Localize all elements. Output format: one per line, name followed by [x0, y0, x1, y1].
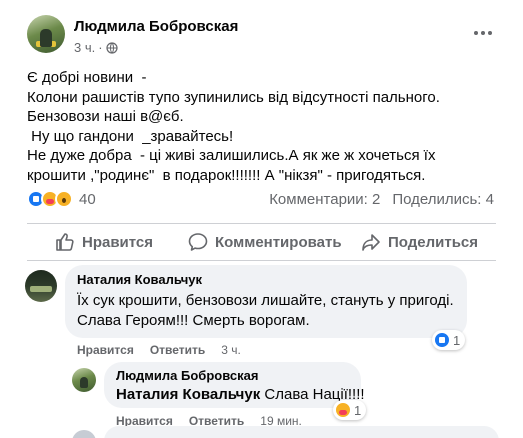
post-line: Колони рашистів тупо зупинились від відс…: [27, 88, 440, 106]
meta-separator: ·: [98, 40, 103, 55]
reaction-count: 40: [79, 190, 96, 208]
comment-reply-button[interactable]: Ответить: [150, 343, 205, 357]
reply-author[interactable]: Людмила Бобровская: [116, 368, 258, 383]
write-comment-input[interactable]: [104, 426, 499, 438]
commenter-avatar[interactable]: [25, 270, 57, 302]
comment-actions: Нравится Ответить 3 ч.: [77, 343, 241, 357]
reply-text: Наталия Ковальчук Слава Нації!!!!: [116, 385, 365, 405]
comment-button-label: Комментировать: [215, 233, 342, 251]
globe-icon: [105, 41, 118, 54]
post-line: Бензовози наші в@єб.: [27, 108, 184, 125]
post-author[interactable]: Людмила Бобровская: [74, 18, 238, 35]
author-avatar[interactable]: [27, 15, 65, 53]
reply-mention[interactable]: Наталия Ковальчук: [116, 386, 260, 403]
post-meta: 3 ч. ·: [74, 40, 118, 55]
comment-button[interactable]: Комментировать: [188, 230, 342, 254]
care-reaction-icon: [335, 402, 351, 418]
comment-text: Їх сук крошити, бензовози лишайте, стану…: [77, 291, 454, 331]
comment-reactions[interactable]: 1: [432, 330, 466, 350]
wow-reaction-icon: [55, 190, 73, 208]
like-button-label: Нравится: [82, 233, 154, 251]
comment-like-button[interactable]: Нравится: [77, 343, 134, 357]
reply-reactions[interactable]: 1: [333, 400, 367, 420]
shares-count[interactable]: Поделились: 4: [392, 191, 494, 208]
thumbs-up-icon: [56, 233, 74, 251]
post-body: Є добрі новини - Колони рашистів тупо зу…: [27, 68, 507, 185]
divider: [27, 223, 496, 224]
divider: [27, 260, 496, 261]
post-line: крошити ,"родинє" в подарок!!!!!!! А "ні…: [27, 166, 426, 184]
comments-count[interactable]: Комментарии: 2: [269, 191, 380, 208]
post-line: Є добрі новини -: [27, 69, 147, 86]
share-button-label: Поделиться: [388, 233, 479, 251]
share-icon: [362, 234, 380, 251]
like-reaction-icon: [434, 332, 450, 348]
share-button[interactable]: Поделиться: [361, 230, 478, 254]
comment-line: Слава Героям!!! Смерть ворогам.: [77, 312, 310, 329]
reactions-summary[interactable]: 40: [27, 190, 96, 208]
current-user-avatar: [72, 430, 96, 438]
comment-line: Їх сук крошити, бензовози лишайте, стану…: [77, 292, 454, 309]
post-card: Людмила Бобровская 3 ч. · Є добрі новини…: [0, 0, 523, 438]
more-options-icon[interactable]: [468, 23, 498, 43]
like-button[interactable]: Нравится: [55, 230, 153, 254]
comment-icon: [188, 233, 208, 251]
comment-time[interactable]: 3 ч.: [221, 343, 241, 357]
post-time[interactable]: 3 ч.: [74, 40, 95, 55]
post-line: Ну що гандони _зравайтесь!: [27, 127, 234, 145]
reply-author-avatar[interactable]: [72, 368, 96, 392]
comment-author[interactable]: Наталия Ковальчук: [77, 272, 202, 287]
post-stats: Комментарии: 2 Поделились: 4: [269, 191, 494, 208]
reply-reaction-count: 1: [354, 402, 362, 418]
comment-reaction-count: 1: [453, 332, 461, 348]
post-line: Не дуже добра - ці живі залишились.А як …: [27, 147, 436, 164]
